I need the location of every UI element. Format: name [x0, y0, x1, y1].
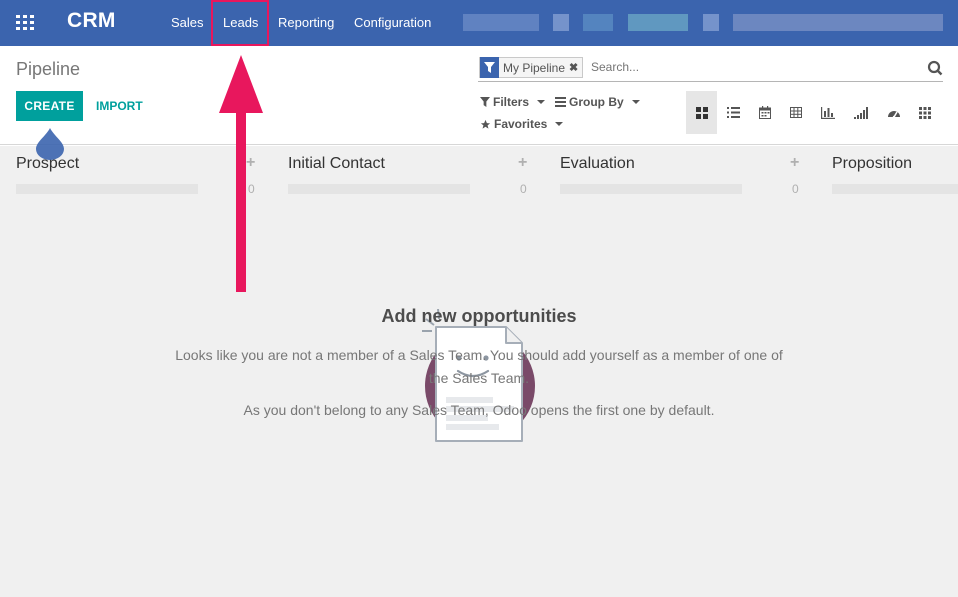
column-progress-bar	[288, 184, 470, 194]
breadcrumb: Pipeline	[16, 59, 81, 79]
import-button[interactable]: IMPORT	[96, 99, 143, 113]
click-indicator-drop-icon	[36, 128, 64, 160]
obscured-systray	[583, 14, 613, 31]
view-grid-button[interactable]	[909, 91, 940, 134]
groupby-dropdown[interactable]: Group By	[555, 95, 640, 109]
cohort-icon	[853, 106, 868, 119]
control-panel: Pipeline CREATE IMPORT My Pipeline ✖ Fil…	[0, 46, 958, 145]
view-graph-button[interactable]	[812, 91, 843, 134]
menu-sales[interactable]: Sales	[171, 15, 204, 30]
search-icon[interactable]	[927, 60, 943, 81]
view-cohort-button[interactable]	[845, 91, 876, 134]
calendar-icon	[758, 106, 771, 119]
dashboard-icon	[887, 111, 900, 118]
filters-dropdown[interactable]: Filters	[480, 95, 546, 109]
kanban-icon	[695, 106, 708, 119]
helper-paragraph: As you don't belong to any Sales Team, O…	[243, 402, 715, 418]
facet-remove-icon[interactable]: ✖	[569, 61, 582, 74]
obscured-systray	[628, 14, 688, 31]
quick-create-plus-icon[interactable]: +	[518, 154, 527, 172]
caret-down-icon	[555, 122, 564, 126]
create-button[interactable]: CREATE	[16, 91, 83, 121]
caret-down-icon	[631, 100, 640, 104]
obscured-systray	[553, 14, 569, 31]
filter-icon	[480, 97, 490, 107]
menu-reporting[interactable]: Reporting	[278, 15, 334, 30]
list-icon	[555, 97, 566, 107]
annotation-arrow-icon	[219, 55, 263, 292]
grid-icon	[918, 106, 931, 119]
helper-paragraph: Looks like you are not a member of a Sal…	[175, 347, 783, 386]
helper-title: Add new opportunities	[381, 306, 577, 326]
column-title: Initial Contact	[288, 155, 385, 172]
column-count: 0	[792, 182, 799, 196]
favorites-dropdown[interactable]: Favorites	[480, 117, 564, 131]
top-navbar: CRM Sales Leads Reporting Configuration	[0, 0, 958, 46]
star-icon	[480, 119, 491, 129]
obscured-systray	[733, 14, 943, 31]
quick-create-plus-icon[interactable]: +	[790, 154, 799, 172]
column-title: Proposition	[832, 155, 913, 172]
column-title: Evaluation	[560, 155, 635, 172]
view-kanban-button[interactable]	[686, 91, 717, 134]
obscured-systray	[463, 14, 539, 31]
menu-configuration[interactable]: Configuration	[354, 15, 431, 30]
column-progress-bar	[832, 184, 958, 194]
favorites-label: Favorites	[494, 117, 548, 131]
view-dashboard-button[interactable]	[878, 91, 909, 134]
groupby-label: Group By	[569, 95, 624, 109]
obscured-systray	[703, 14, 719, 31]
search-bar: My Pipeline ✖	[478, 56, 943, 82]
apps-menu-icon[interactable]	[16, 15, 34, 30]
view-list-button[interactable]	[718, 91, 749, 134]
view-pivot-button[interactable]	[780, 91, 811, 134]
column-progress-bar	[16, 184, 198, 194]
graph-icon	[820, 106, 835, 119]
leads-highlight-box	[211, 0, 269, 46]
search-facet[interactable]: My Pipeline ✖	[479, 57, 584, 78]
search-input[interactable]	[591, 60, 911, 74]
filters-label: Filters	[493, 95, 530, 109]
column-progress-bar	[560, 184, 742, 194]
pivot-icon	[789, 107, 802, 118]
column-count: 0	[520, 182, 527, 196]
filter-icon	[480, 57, 499, 78]
app-brand: CRM	[67, 9, 116, 32]
facet-label: My Pipeline	[503, 60, 566, 75]
caret-down-icon	[537, 100, 546, 104]
list-icon	[727, 107, 740, 118]
view-calendar-button[interactable]	[749, 91, 780, 134]
